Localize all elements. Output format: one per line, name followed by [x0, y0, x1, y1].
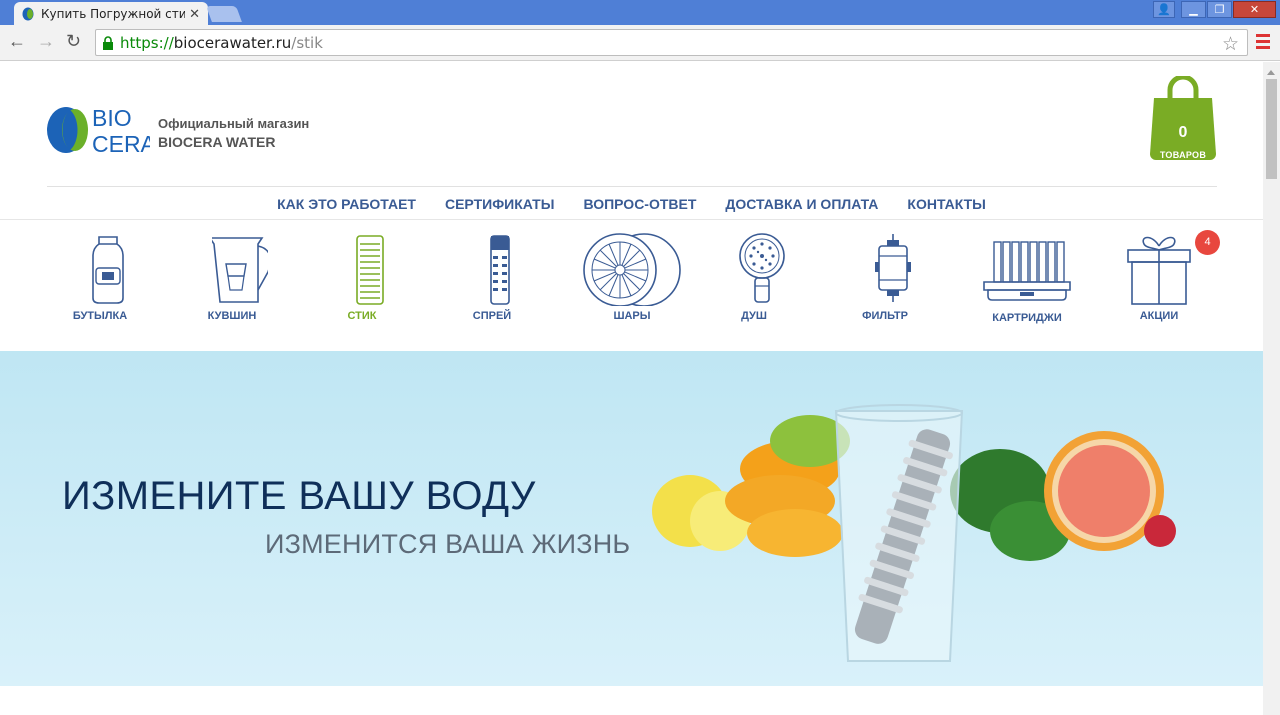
nav-delivery-payment[interactable]: ДОСТАВКА И ОПЛАТА	[725, 196, 878, 212]
promo-count-badge: 4	[1195, 230, 1220, 255]
shower-icon	[739, 233, 785, 303]
filter-icon	[875, 234, 911, 302]
hero-subheadline: ИЗМЕНИТСЯ ВАША ЖИЗНЬ	[265, 529, 631, 559]
biocera-logo-icon: BIO CERA	[47, 105, 150, 156]
balls-icon	[583, 233, 681, 306]
cart-label: ТОВАРОВ	[1159, 150, 1207, 160]
page-content: BIO CERA Официальный магазин BIOCERA WAT…	[0, 62, 1263, 715]
header-divider	[47, 186, 1217, 187]
biocera-logo[interactable]: BIO CERA	[46, 104, 150, 156]
category-label: КАРТРИДЖИ	[992, 312, 1062, 324]
profile-icon[interactable]: 👤	[1153, 1, 1175, 18]
nav-how-it-works[interactable]: КАК ЭТО РАБОТАЕТ	[277, 196, 416, 212]
svg-text:BIO: BIO	[92, 105, 132, 131]
page-scrollbar[interactable]	[1263, 62, 1280, 715]
svg-text:CERA: CERA	[92, 131, 150, 156]
browser-toolbar: ← → ↻ https://biocerawater.ru/stik ☆	[0, 25, 1280, 61]
scrollbar-thumb[interactable]	[1266, 79, 1277, 179]
tagline-line-1: Официальный магазин	[158, 116, 310, 131]
hero-banner[interactable]: ИЗМЕНИТЕ ВАШУ ВОДУ ИЗМЕНИТСЯ ВАША ЖИЗНЬ	[0, 351, 1263, 686]
category-label: БУТЫЛКА	[72, 310, 128, 322]
category-stick[interactable]: СТИК	[342, 232, 398, 322]
category-filter[interactable]: ФИЛЬТР	[862, 232, 921, 322]
url-text: https://biocerawater.ru/stik	[120, 33, 323, 52]
bottle-icon	[92, 236, 124, 304]
cartridges-icon	[983, 241, 1071, 301]
browser-titlebar: Купить Погружной стик | ✕ 👤 ▁ ❐ ✕	[0, 0, 1280, 25]
nav-divider	[0, 219, 1263, 220]
lock-icon	[103, 35, 113, 50]
hero-headline: ИЗМЕНИТЕ ВАШУ ВОДУ	[62, 474, 536, 518]
minimize-button[interactable]: ▁	[1181, 1, 1206, 18]
restore-button[interactable]: ❐	[1207, 1, 1232, 18]
store-tagline: Официальный магазин BIOCERA WATER	[158, 114, 309, 152]
category-promotions[interactable]: АКЦИИ	[1126, 232, 1192, 322]
close-window-button[interactable]: ✕	[1233, 1, 1276, 18]
bookmark-star-icon[interactable]: ☆	[1222, 33, 1239, 56]
forward-icon[interactable]: →	[37, 31, 55, 52]
pitcher-icon	[212, 237, 268, 303]
reload-icon[interactable]: ↻	[66, 31, 81, 52]
spray-icon	[490, 235, 510, 305]
category-label: ДУШ	[741, 310, 767, 322]
stick-icon	[356, 235, 384, 305]
category-cartridges[interactable]: КАРТРИДЖИ	[982, 232, 1072, 324]
chrome-menu-icon[interactable]	[1256, 34, 1270, 52]
category-label: КУВШИН	[207, 310, 257, 322]
new-tab-button[interactable]	[206, 6, 242, 22]
category-spray[interactable]: СПРЕЙ	[472, 232, 528, 322]
cart-button[interactable]: 0 ТОВАРОВ	[1146, 74, 1220, 162]
category-pitcher[interactable]: КУВШИН	[208, 232, 268, 322]
nav-faq[interactable]: ВОПРОС-ОТВЕТ	[583, 196, 696, 212]
category-balls[interactable]: ШАРЫ	[580, 232, 684, 322]
category-label: СТИК	[347, 310, 377, 322]
nav-contacts[interactable]: КОНТАКТЫ	[907, 196, 985, 212]
nav-certificates[interactable]: СЕРТИФИКАТЫ	[445, 196, 554, 212]
category-shower[interactable]: ДУШ	[734, 232, 790, 322]
category-label: АКЦИИ	[1139, 310, 1179, 322]
cart-count: 0	[1178, 124, 1188, 141]
hero-image	[652, 404, 1176, 662]
gift-icon	[1127, 236, 1191, 305]
browser-tab[interactable]: Купить Погружной стик | ✕	[14, 2, 208, 25]
tab-title: Купить Погружной стик |	[41, 6, 186, 21]
back-icon[interactable]: ←	[8, 31, 26, 52]
category-label: ШАРЫ	[613, 310, 651, 322]
category-label: СПРЕЙ	[472, 310, 512, 322]
address-bar[interactable]: https://biocerawater.ru/stik ☆	[95, 29, 1248, 56]
category-bottle[interactable]: БУТЫЛКА	[73, 232, 136, 322]
category-label: ФИЛЬТР	[862, 310, 908, 322]
main-navigation: КАК ЭТО РАБОТАЕТ СЕРТИФИКАТЫ ВОПРОС-ОТВЕ…	[0, 196, 1263, 212]
scroll-up-icon[interactable]	[1267, 66, 1275, 75]
biocera-favicon-icon	[22, 7, 34, 20]
tagline-line-2: BIOCERA WATER	[158, 134, 276, 150]
tab-close-icon[interactable]: ✕	[189, 6, 200, 22]
